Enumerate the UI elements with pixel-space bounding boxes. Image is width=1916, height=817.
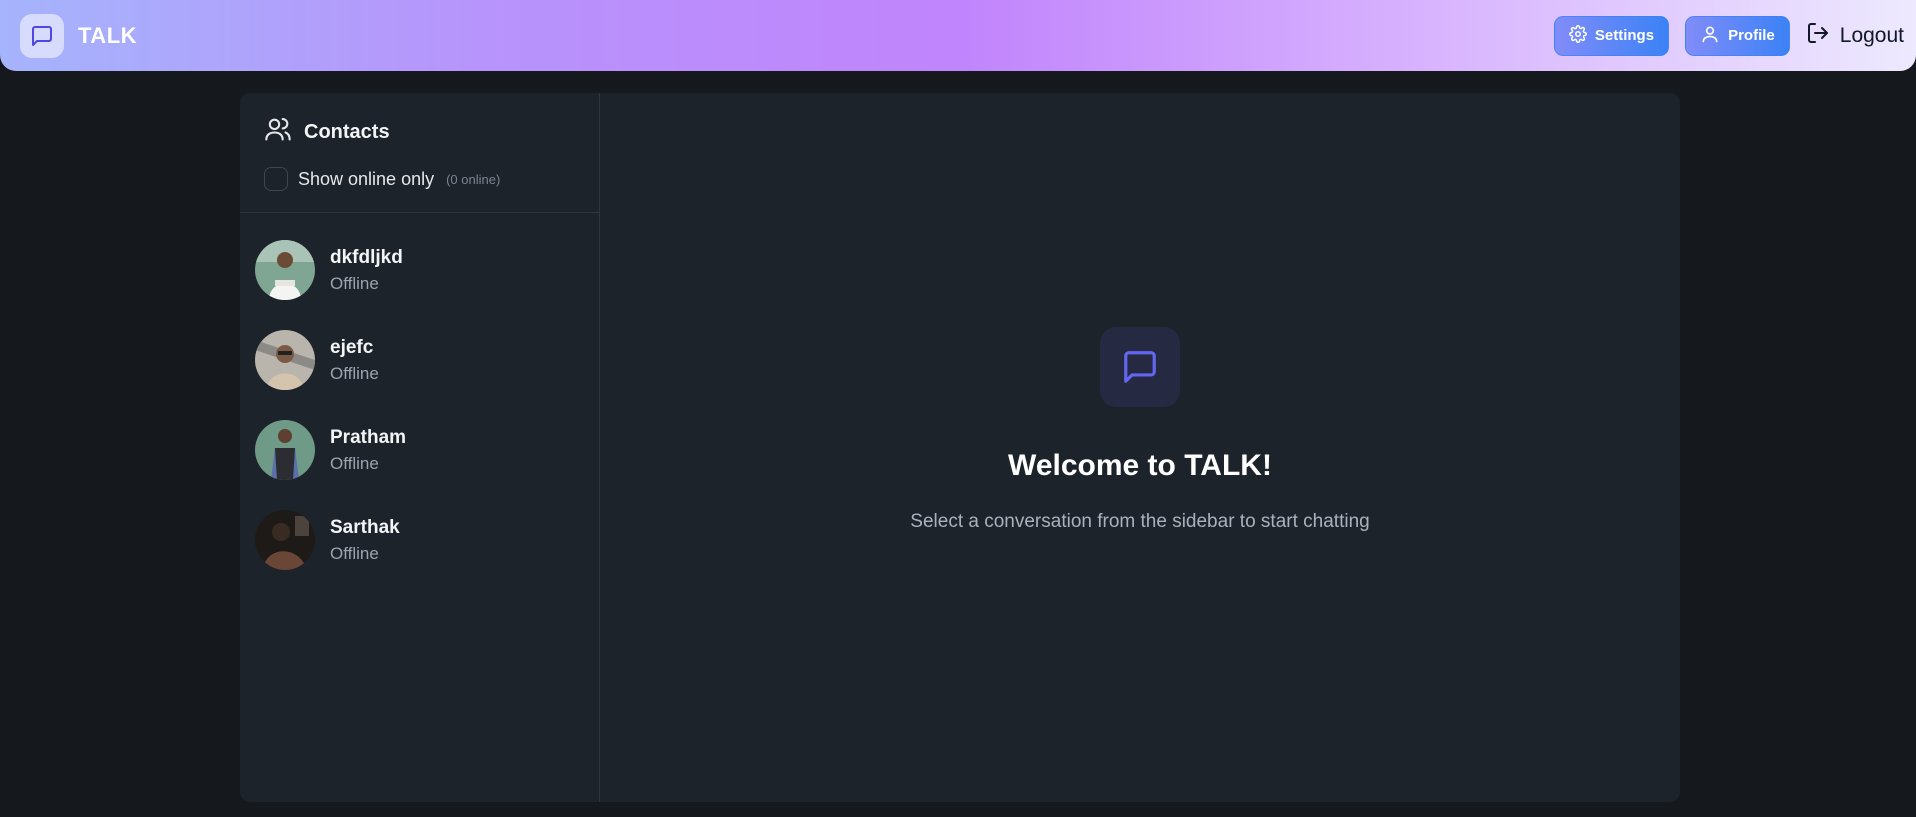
contacts-sidebar: Contacts Show online only (0 online) dkf… <box>240 93 600 802</box>
contact-item[interactable]: Sarthak Offline <box>240 495 599 585</box>
nav-actions: Settings Profile Logout <box>1553 15 1904 56</box>
contact-info: Sarthak Offline <box>330 517 400 564</box>
logout-label: Logout <box>1839 23 1904 47</box>
online-count: (0 online) <box>446 171 501 187</box>
contact-item[interactable]: dkfdljkd Offline <box>240 225 599 315</box>
avatar <box>255 510 315 570</box>
contact-status: Offline <box>330 453 379 473</box>
contact-status: Offline <box>330 363 379 383</box>
no-chat-selected: Welcome to TALK! Select a conversation f… <box>600 93 1680 802</box>
gear-icon <box>1568 24 1587 47</box>
contact-item[interactable]: ejefc Offline <box>240 315 599 405</box>
top-navbar: TALK Settings Profile Logout <box>0 0 1916 71</box>
contact-info: dkfdljkd Offline <box>330 247 403 294</box>
contact-name: dkfdljkd <box>330 246 403 268</box>
avatar <box>255 330 315 390</box>
contact-status: Offline <box>330 543 379 563</box>
show-online-label[interactable]: Show online only <box>298 169 434 190</box>
welcome-title: Welcome to TALK! <box>1008 449 1272 482</box>
message-square-icon <box>1100 327 1180 407</box>
settings-button[interactable]: Settings <box>1553 15 1670 56</box>
profile-button[interactable]: Profile <box>1685 15 1790 56</box>
contact-info: Pratham Offline <box>330 427 406 474</box>
contact-info: ejefc Offline <box>330 337 379 384</box>
avatar <box>255 420 315 480</box>
contact-status: Offline <box>330 273 379 293</box>
contact-name: Sarthak <box>330 516 400 538</box>
contact-name: Pratham <box>330 426 407 448</box>
contacts-title: Contacts <box>304 120 390 143</box>
message-square-icon <box>20 13 64 58</box>
logout-icon <box>1806 21 1830 51</box>
user-icon <box>1700 24 1720 48</box>
online-filter: Show online only (0 online) <box>264 167 575 191</box>
show-online-checkbox[interactable] <box>264 167 288 191</box>
app-name: TALK <box>78 22 138 48</box>
settings-label: Settings <box>1594 27 1655 44</box>
logout-button[interactable]: Logout <box>1806 21 1904 51</box>
contact-list: dkfdljkd Offline ejefc Offline Pratham O… <box>240 213 599 585</box>
contact-item[interactable]: Pratham Offline <box>240 405 599 495</box>
profile-label: Profile <box>1728 27 1775 44</box>
contact-name: ejefc <box>330 336 374 358</box>
avatar <box>255 240 315 300</box>
brand[interactable]: TALK <box>20 13 138 58</box>
contacts-heading: Contacts <box>264 115 575 149</box>
sidebar-header: Contacts Show online only (0 online) <box>240 93 599 213</box>
welcome-subtitle: Select a conversation from the sidebar t… <box>910 511 1370 532</box>
chat-container: Contacts Show online only (0 online) dkf… <box>240 93 1680 802</box>
users-icon <box>264 115 292 149</box>
